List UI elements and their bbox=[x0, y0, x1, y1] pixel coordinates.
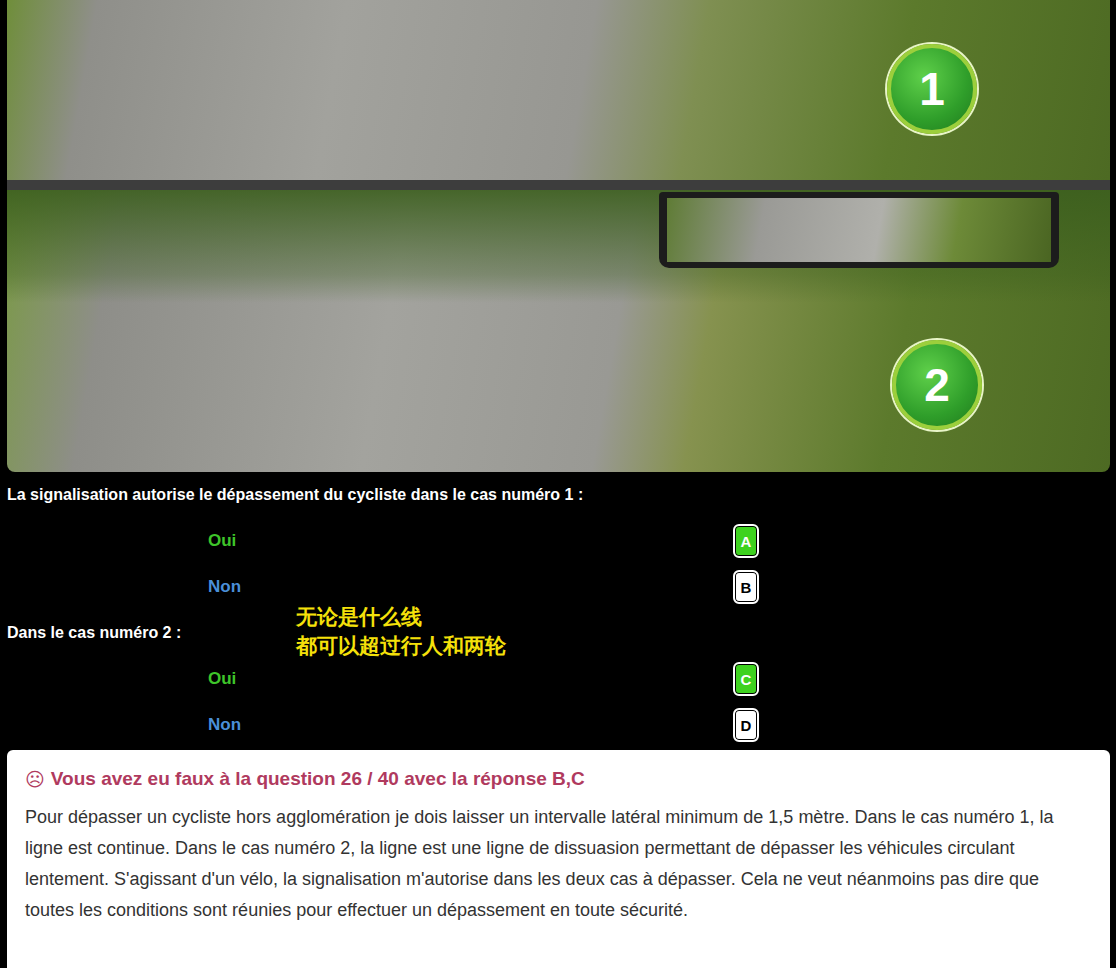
answer-key-button[interactable]: B bbox=[733, 570, 759, 604]
note-line: 都可以超过行人和两轮 bbox=[296, 631, 506, 660]
question-text: Dans le cas numéro 2 : bbox=[0, 610, 1116, 656]
quiz-page: 12La signalisation autorise le dépasseme… bbox=[0, 0, 1116, 968]
scene-photo: 2 bbox=[7, 190, 1110, 472]
quiz-section: La signalisation autorise le dépassement… bbox=[0, 472, 1116, 748]
note-line: 无论是什么线 bbox=[296, 602, 506, 631]
photo-panel: 12 bbox=[7, 0, 1110, 472]
option-label: Non bbox=[208, 577, 733, 597]
feedback-explanation: Pour dépasser un cycliste hors aggloméra… bbox=[25, 802, 1092, 926]
question-text: La signalisation autorise le dépassement… bbox=[0, 472, 1116, 518]
feedback-title-text: Vous avez eu faux à la question 26 / 40 … bbox=[51, 768, 585, 790]
case-number: 1 bbox=[919, 62, 945, 116]
feedback-title: ☹ Vous avez eu faux à la question 26 / 40… bbox=[25, 768, 1092, 790]
case-badge: 1 bbox=[887, 44, 977, 134]
question: Dans le cas numéro 2 :OuiCNonD bbox=[0, 610, 1116, 748]
rear-mirror bbox=[659, 192, 1059, 268]
option-label: Oui bbox=[208, 531, 733, 551]
case-number: 2 bbox=[924, 358, 950, 412]
answer-key-button[interactable]: D bbox=[733, 708, 759, 742]
answer-key-button[interactable]: A bbox=[733, 524, 759, 558]
option-label: Oui bbox=[208, 669, 733, 689]
mirror-glass bbox=[667, 198, 1051, 262]
answer-option[interactable]: OuiA bbox=[0, 518, 1116, 564]
answer-option[interactable]: NonB bbox=[0, 564, 1116, 610]
answer-key-button[interactable]: C bbox=[733, 662, 759, 696]
sad-face-icon: ☹ bbox=[25, 768, 45, 790]
photo-divider bbox=[7, 180, 1110, 190]
handwritten-note: 无论是什么线都可以超过行人和两轮 bbox=[296, 602, 506, 660]
answer-option[interactable]: NonD bbox=[0, 702, 1116, 748]
feedback-box: ☹ Vous avez eu faux à la question 26 / 40… bbox=[7, 750, 1110, 968]
case-badge: 2 bbox=[892, 340, 982, 430]
option-label: Non bbox=[208, 715, 733, 735]
question: La signalisation autorise le dépassement… bbox=[0, 472, 1116, 610]
answer-option[interactable]: OuiC bbox=[0, 656, 1116, 702]
scene-photo: 1 bbox=[7, 0, 1110, 180]
